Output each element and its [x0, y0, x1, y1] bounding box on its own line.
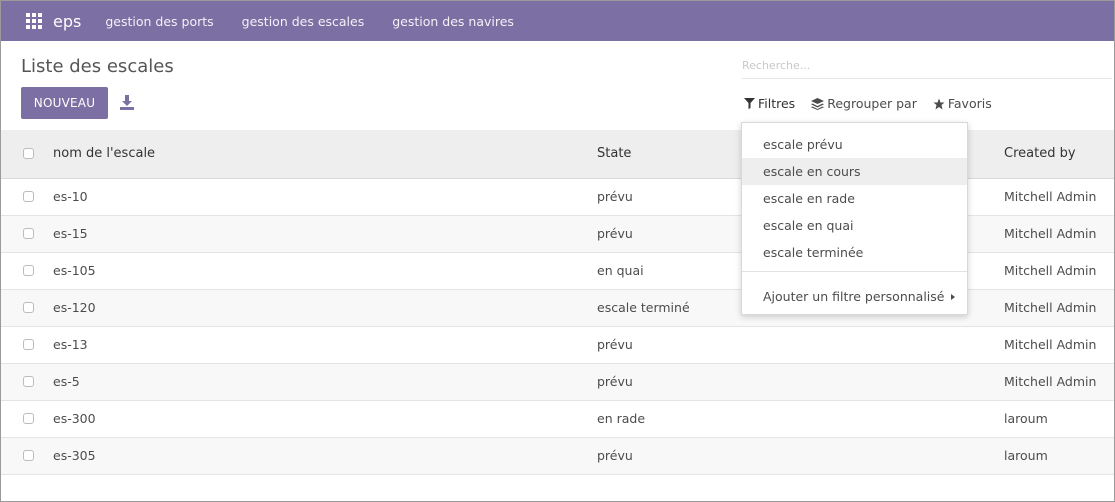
filter-escale-en-cours[interactable]: escale en cours	[742, 158, 967, 185]
table-row[interactable]: es-300 en rade laroum	[1, 401, 1114, 438]
cell-name: es-120	[53, 300, 96, 315]
favorites-toggle[interactable]: Favoris	[933, 96, 992, 111]
cell-created-by: Mitchell Admin	[1004, 374, 1097, 389]
cell-name: es-105	[53, 263, 96, 278]
app-brand[interactable]: eps	[53, 12, 81, 31]
dropdown-divider	[742, 271, 967, 272]
table-row[interactable]: es-5 prévu Mitchell Admin	[1, 364, 1114, 401]
nav-gestion-escales[interactable]: gestion des escales	[242, 14, 365, 29]
cell-name: es-10	[53, 189, 88, 204]
row-checkbox[interactable]	[23, 450, 34, 461]
filter-label: escale prévu	[763, 137, 843, 152]
add-custom-filter[interactable]: Ajouter un filtre personnalisé	[742, 283, 967, 310]
cell-state: prévu	[597, 226, 633, 241]
cell-name: es-300	[53, 411, 96, 426]
filter-escale-prevu[interactable]: escale prévu	[742, 131, 967, 158]
group-by-toggle[interactable]: Regrouper par	[811, 96, 917, 111]
cell-state: escale terminé	[597, 300, 690, 315]
filters-dropdown: escale prévu escale en cours escale en r…	[741, 122, 968, 315]
nav-gestion-navires[interactable]: gestion des navires	[392, 14, 514, 29]
row-checkbox[interactable]	[23, 413, 34, 424]
filter-icon	[744, 98, 755, 109]
filters-toggle[interactable]: Filtres	[744, 96, 795, 111]
caret-right-icon	[951, 294, 955, 300]
filter-escale-en-quai[interactable]: escale en quai	[742, 212, 967, 239]
select-all-checkbox[interactable]	[23, 148, 34, 159]
filter-label: escale terminée	[763, 245, 864, 260]
cell-created-by: laroum	[1004, 448, 1048, 463]
cell-state: prévu	[597, 374, 633, 389]
apps-menu-icon[interactable]	[23, 10, 45, 32]
layers-icon	[811, 97, 825, 110]
filter-escale-terminee[interactable]: escale terminée	[742, 239, 967, 266]
cell-created-by: laroum	[1004, 411, 1048, 426]
filter-label: escale en quai	[763, 218, 854, 233]
filter-label: escale en rade	[763, 191, 855, 206]
page-title: Liste des escales	[21, 56, 174, 77]
search-options: Filtres Regrouper par Favoris	[744, 96, 1008, 111]
cell-name: es-5	[53, 374, 80, 389]
cell-state: en rade	[597, 411, 646, 426]
cell-created-by: Mitchell Admin	[1004, 263, 1097, 278]
row-checkbox[interactable]	[23, 265, 34, 276]
cell-state: prévu	[597, 448, 633, 463]
column-header-created-by[interactable]: Created by	[1004, 146, 1076, 161]
filters-label: Filtres	[758, 96, 796, 111]
add-custom-filter-label: Ajouter un filtre personnalisé	[763, 289, 945, 304]
cell-state: en quai	[597, 263, 644, 278]
table-row[interactable]: es-13 prévu Mitchell Admin	[1, 327, 1114, 364]
cell-state: prévu	[597, 337, 633, 352]
cell-name: es-305	[53, 448, 96, 463]
top-navbar: eps gestion des ports gestion des escale…	[1, 1, 1114, 41]
cell-created-by: Mitchell Admin	[1004, 226, 1097, 241]
column-header-state[interactable]: State	[597, 146, 631, 161]
nav-gestion-ports[interactable]: gestion des ports	[105, 14, 213, 29]
star-icon	[933, 98, 945, 109]
cell-created-by: Mitchell Admin	[1004, 300, 1097, 315]
row-checkbox[interactable]	[23, 191, 34, 202]
new-button[interactable]: NOUVEAU	[21, 87, 108, 119]
row-checkbox[interactable]	[23, 302, 34, 313]
row-checkbox[interactable]	[23, 339, 34, 350]
filter-label: escale en cours	[763, 164, 861, 179]
favorites-label: Favoris	[947, 96, 992, 111]
row-checkbox[interactable]	[23, 228, 34, 239]
table-row[interactable]: es-305 prévu laroum	[1, 438, 1114, 475]
filter-escale-en-rade[interactable]: escale en rade	[742, 185, 967, 212]
cell-name: es-13	[53, 337, 88, 352]
group-by-label: Regrouper par	[827, 96, 917, 111]
download-icon[interactable]	[120, 94, 134, 110]
column-header-name[interactable]: nom de l'escale	[53, 146, 155, 161]
cell-name: es-15	[53, 226, 88, 241]
cell-created-by: Mitchell Admin	[1004, 189, 1097, 204]
cell-state: prévu	[597, 189, 633, 204]
row-checkbox[interactable]	[23, 376, 34, 387]
search-input[interactable]	[742, 52, 1112, 79]
cell-created-by: Mitchell Admin	[1004, 337, 1097, 352]
